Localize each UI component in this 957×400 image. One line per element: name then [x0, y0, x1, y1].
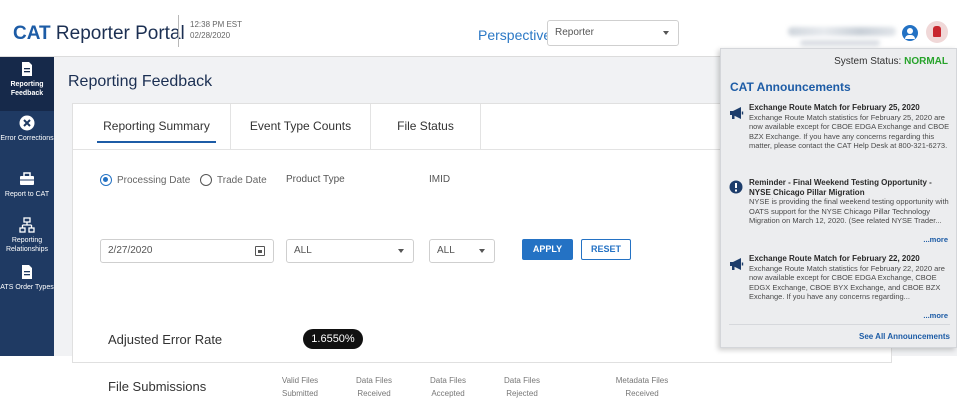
sidebar-item-label: ATS Order Types [0, 284, 54, 291]
user-org-redacted [800, 40, 880, 46]
radio-unselected-icon [200, 174, 212, 186]
system-status: System Status: NORMAL [834, 56, 948, 67]
error-x-icon [19, 115, 35, 131]
megaphone-icon [729, 257, 745, 271]
column-header: Data Files Accepted [429, 376, 466, 398]
sidebar-item-ats-order-types[interactable]: ATS Order Types [0, 262, 54, 312]
user-icon[interactable] [902, 25, 918, 41]
sidebar-item-reporting-feedback[interactable]: Reporting Feedback [0, 57, 54, 111]
announcements-panel: System Status: NORMAL CAT Announcements … [720, 48, 957, 348]
more-link[interactable]: ...more [923, 235, 948, 245]
date-value: 2/27/2020 [108, 245, 153, 256]
column-header: Valid Files Submitted [281, 376, 319, 398]
clock: 12:38 PM EST 02/28/2020 [190, 19, 242, 41]
radio-selected-icon [100, 174, 112, 186]
apply-button[interactable]: APPLY [522, 239, 573, 260]
sidebar-item-label: Reporting Feedback [10, 81, 44, 97]
product-type-select[interactable]: ALL [286, 239, 414, 263]
adjusted-error-rate-badge: 1.6550% [303, 329, 363, 349]
imid-select[interactable]: ALL [429, 239, 495, 263]
panel-divider [729, 324, 950, 325]
announcement-heading[interactable]: Exchange Route Match for February 25, 20… [749, 103, 954, 113]
radio-label: Trade Date [217, 175, 267, 186]
date-field[interactable]: 2/27/2020 [100, 239, 274, 263]
perspective-value: Reporter [555, 27, 594, 38]
exclamation-icon [729, 180, 745, 194]
document-icon [19, 61, 35, 77]
perspective-label: Perspective [478, 27, 552, 43]
imid-label: IMID [429, 174, 451, 185]
chevron-down-icon [398, 249, 404, 253]
page-title: Reporting Feedback [68, 73, 213, 90]
sidebar: Reporting Feedback Error Corrections Rep… [0, 57, 54, 356]
tab-event-type-counts[interactable]: Event Type Counts [231, 104, 371, 149]
announcement-heading[interactable]: Exchange Route Match for February 22, 20… [749, 254, 954, 264]
announcement-body: Exchange Route Match statistics for Febr… [749, 263, 945, 302]
see-all-announcements-link[interactable]: See All Announcements [859, 332, 950, 341]
adjusted-error-rate-label: Adjusted Error Rate [108, 332, 223, 347]
radio-trade-date[interactable]: Trade Date [200, 174, 267, 186]
reset-button[interactable]: RESET [581, 239, 631, 260]
chevron-down-icon [663, 31, 669, 35]
imid-value: ALL [437, 245, 455, 256]
tab-file-status[interactable]: File Status [371, 104, 481, 149]
briefcase-icon [19, 171, 35, 187]
clock-time: 12:38 PM EST [190, 20, 243, 29]
more-link[interactable]: ...more [923, 311, 948, 321]
product-type-value: ALL [294, 245, 312, 256]
column-header: Data Files Rejected [503, 376, 540, 398]
tab-reporting-summary[interactable]: Reporting Summary [83, 104, 231, 149]
file-submissions-label: File Submissions [108, 379, 207, 394]
chevron-down-icon [479, 249, 485, 253]
sidebar-item-label: Report to CAT [4, 191, 50, 198]
sidebar-item-report-to-cat[interactable]: Report to CAT [0, 169, 54, 205]
announcement-body: Exchange Route Match statistics for Febr… [749, 112, 950, 151]
app-title[interactable]: CAT Reporter Portal [13, 23, 185, 45]
document-icon [19, 264, 35, 280]
system-status-label: System Status: [834, 56, 902, 67]
sidebar-item-error-corrections[interactable]: Error Corrections [0, 113, 54, 159]
system-status-value: NORMAL [904, 56, 948, 67]
product-type-label: Product Type [286, 174, 345, 185]
column-header: Data Files Received [355, 376, 392, 398]
sidebar-item-reporting-relationships[interactable]: Reporting Relationships [0, 215, 54, 259]
announcement-heading[interactable]: Reminder - Final Weekend Testing Opportu… [749, 178, 954, 197]
radio-label: Processing Date [117, 175, 191, 186]
clock-date: 02/28/2020 [190, 31, 231, 40]
sidebar-item-label: Reporting Relationships [5, 237, 49, 253]
megaphone-icon [729, 106, 745, 120]
perspective-select[interactable]: Reporter [547, 20, 679, 46]
announcement-item[interactable]: Reminder - Final Weekend Testing Opportu… [749, 178, 954, 244]
hierarchy-icon [19, 217, 35, 233]
announcements-alert-icon[interactable] [926, 21, 948, 43]
calendar-icon[interactable] [255, 246, 265, 256]
announcement-item[interactable]: Exchange Route Match for February 22, 20… [749, 254, 954, 320]
radio-processing-date[interactable]: Processing Date [100, 174, 190, 186]
announcement-body: NYSE is providing the final weekend test… [749, 197, 949, 225]
announcements-title: CAT Announcements [730, 80, 851, 94]
sidebar-item-label: Error Corrections [0, 135, 54, 142]
header-divider [178, 15, 179, 47]
announcement-item[interactable]: Exchange Route Match for February 25, 20… [749, 103, 954, 163]
user-name-redacted [788, 27, 896, 36]
column-header: Metadata Files Received [615, 376, 669, 398]
